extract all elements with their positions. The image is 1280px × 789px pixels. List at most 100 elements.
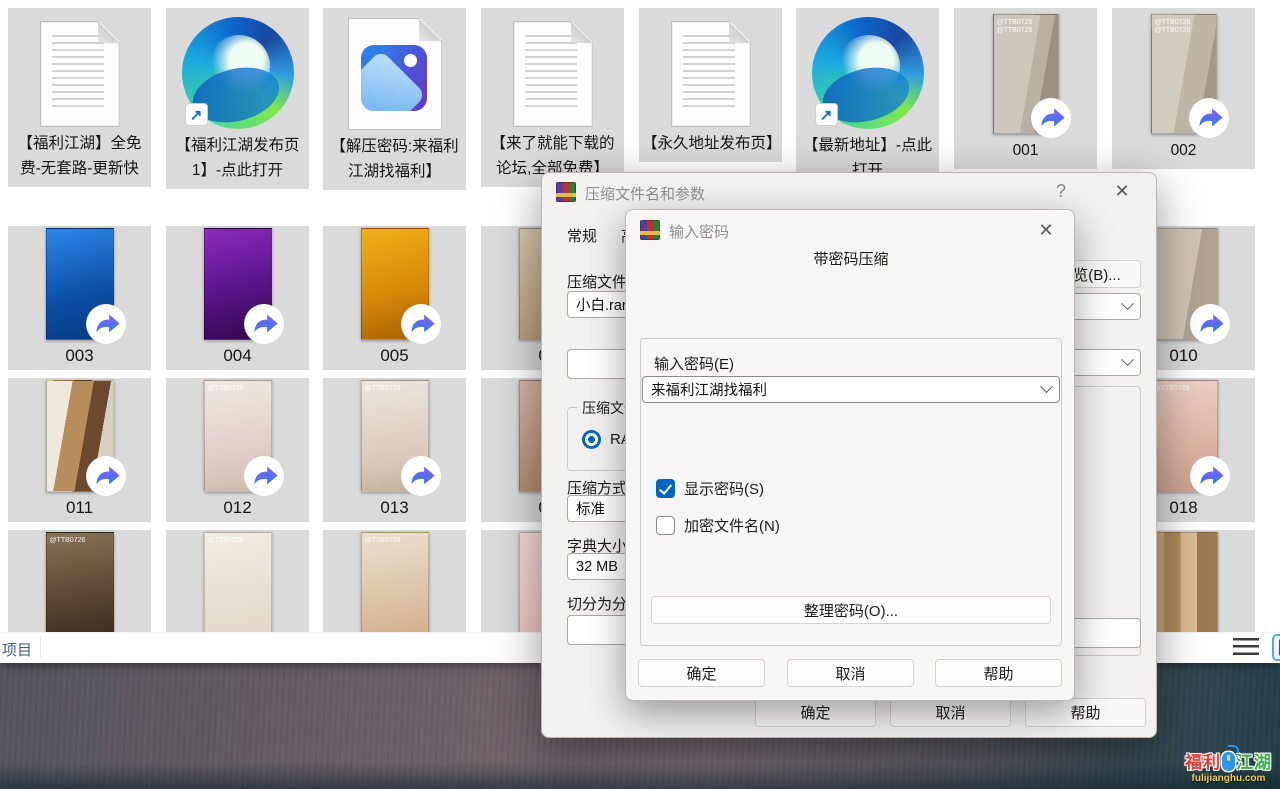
archive-name-value: 小白.rar (576, 294, 627, 315)
tab-general[interactable]: 常规 (567, 225, 597, 246)
file-tile[interactable]: @TTB0726 (8, 530, 151, 632)
checkbox-checked-icon (656, 479, 675, 498)
archive-cancel-button[interactable]: 取消 (890, 698, 1011, 727)
file-tile[interactable]: @TTB0726@TTB0726 002 (1112, 8, 1255, 169)
file-tile[interactable]: @TTB0726 012 (166, 378, 309, 522)
file-tile[interactable]: 005 (323, 226, 466, 370)
video-overlay-icon (243, 303, 285, 345)
video-thumbnail (361, 228, 429, 340)
video-thumbnail (46, 380, 114, 492)
text-file-icon (40, 21, 120, 127)
password-input[interactable]: 来福利江湖找福利 (642, 376, 1060, 403)
items-count-label: 项目 (2, 639, 32, 660)
file-tile[interactable]: @TTB0726 013 (323, 378, 466, 522)
file-tile[interactable]: ↗【最新地址】-点此打开 (796, 8, 939, 189)
show-password-label: 显示密码(S) (684, 478, 764, 499)
video-overlay-icon (1030, 97, 1072, 139)
encrypt-names-checkbox[interactable]: 加密文件名(N) (656, 515, 780, 536)
file-label: 004 (220, 343, 254, 368)
file-tile[interactable]: @TTB0726 (166, 530, 309, 632)
file-tile[interactable]: @TTB0726 (323, 530, 466, 632)
file-label: 【福利江湖】全免费-无套路-更新快 (8, 131, 151, 181)
archive-ok-button[interactable]: 确定 (755, 698, 876, 727)
video-thumbnail: @TTB0726@TTB0726 (1151, 14, 1217, 134)
video-thumbnail: @TTB0726 (361, 532, 429, 632)
file-tile[interactable]: 【来了就能下载的论坛,全部免费】 (481, 8, 624, 187)
password-value: 来福利江湖找福利 (651, 379, 767, 400)
video-overlay-icon (1188, 97, 1230, 139)
password-dialog-header: 带密码压缩 (626, 248, 1076, 269)
file-tile[interactable]: 003 (8, 226, 151, 370)
close-icon[interactable]: ✕ (1032, 218, 1060, 242)
text-file-icon (513, 21, 593, 127)
dict-value: 32 MB (576, 559, 618, 575)
archive-help-button[interactable]: 帮助 (1025, 698, 1146, 727)
file-label: 010 (1166, 343, 1200, 368)
password-dialog-title: 输入密码 (669, 221, 729, 242)
close-icon[interactable]: ✕ (1108, 179, 1136, 203)
organize-passwords-button[interactable]: 整理密码(O)... (651, 596, 1051, 624)
video-thumbnail: @TTB0726 (204, 532, 272, 632)
winrar-icon (640, 220, 660, 240)
password-ok-button[interactable]: 确定 (638, 659, 765, 687)
file-label: 018 (1166, 495, 1200, 520)
password-help-button[interactable]: 帮助 (935, 659, 1062, 687)
file-tile[interactable]: ↗ 【福利江湖发布页1】-点此打开 (166, 8, 309, 189)
video-overlay-icon (400, 303, 442, 345)
video-overlay-icon (400, 455, 442, 497)
video-thumbnail: @TTB0726 (1150, 380, 1218, 492)
file-label: 002 (1168, 138, 1200, 163)
file-label: 【解压密码:来福利江湖找福利】 (323, 134, 466, 184)
site-domain: fulijianghu.com (1185, 774, 1272, 784)
site-logo-word2: 江湖 (1236, 753, 1272, 772)
file-tile[interactable]: 【永久地址发布页】 (639, 8, 782, 162)
video-thumbnail: @TTB0726 (361, 380, 429, 492)
thumbnail-watermark: @TTB0726 (50, 537, 86, 545)
thumbnail-watermark: @TTB0726 (1154, 385, 1190, 393)
file-label: 011 (63, 495, 96, 520)
checkbox-unchecked-icon (656, 516, 675, 535)
method-value: 标准 (576, 498, 605, 519)
file-label: 【永久地址发布页】 (639, 131, 782, 156)
file-label: 013 (377, 495, 411, 520)
video-thumbnail: @TTB0726 (204, 380, 272, 492)
shortcut-arrow-icon: ↗ (185, 103, 208, 126)
edge-browser-icon: ↗ (182, 17, 294, 129)
thumbnail-watermark: @TTB0726 (208, 537, 244, 545)
mouse-icon (1222, 752, 1235, 771)
video-overlay-icon (243, 455, 285, 497)
file-label: 【福利江湖发布页1】-点此打开 (166, 133, 309, 183)
password-cancel-button[interactable]: 取消 (787, 659, 914, 687)
video-thumbnail: @TTB0726 (46, 532, 114, 632)
video-thumbnail (46, 228, 114, 340)
help-icon[interactable]: ? (1047, 179, 1075, 203)
password-input-label: 输入密码(E) (654, 353, 734, 374)
file-tile[interactable]: 011 (8, 378, 151, 522)
shortcut-arrow-icon: ↗ (815, 103, 838, 126)
site-logo-word1: 福利 (1185, 753, 1221, 772)
file-label: 003 (62, 343, 96, 368)
archive-dialog-title: 压缩文件名和参数 (585, 183, 705, 204)
file-label: 005 (377, 343, 411, 368)
site-watermark-logo: 福利江湖 fulijianghu.com (1185, 752, 1272, 784)
video-thumbnail (1150, 228, 1218, 340)
chevron-down-icon (1040, 380, 1053, 393)
show-password-checkbox[interactable]: 显示密码(S) (656, 478, 764, 499)
file-tile[interactable]: @TTB0726@TTB0726001 (954, 8, 1097, 169)
file-tile[interactable]: 【解压密码:来福利江湖找福利】 (323, 8, 466, 190)
thumbnail-watermark: @TTB0726@TTB0726 (997, 19, 1033, 35)
thumbnail-watermark: @TTB0726 (365, 385, 401, 393)
video-overlay-icon (85, 455, 127, 497)
file-tile[interactable]: 004 (166, 226, 309, 370)
video-thumbnail (204, 228, 272, 340)
image-file-icon (348, 18, 442, 130)
video-thumbnail (1150, 532, 1218, 632)
file-tile[interactable]: 【福利江湖】全免费-无套路-更新快 (8, 8, 151, 187)
list-view-icon[interactable] (1231, 638, 1261, 658)
file-label: 012 (220, 495, 254, 520)
password-dialog: 输入密码 ✕ 带密码压缩 输入密码(E) 来福利江湖找福利 显示密码(S) 加密… (625, 209, 1075, 701)
thumbnail-view-icon[interactable] (1272, 634, 1280, 661)
video-thumbnail: @TTB0726@TTB0726 (993, 14, 1059, 134)
video-overlay-icon (85, 303, 127, 345)
winrar-icon (556, 182, 576, 202)
